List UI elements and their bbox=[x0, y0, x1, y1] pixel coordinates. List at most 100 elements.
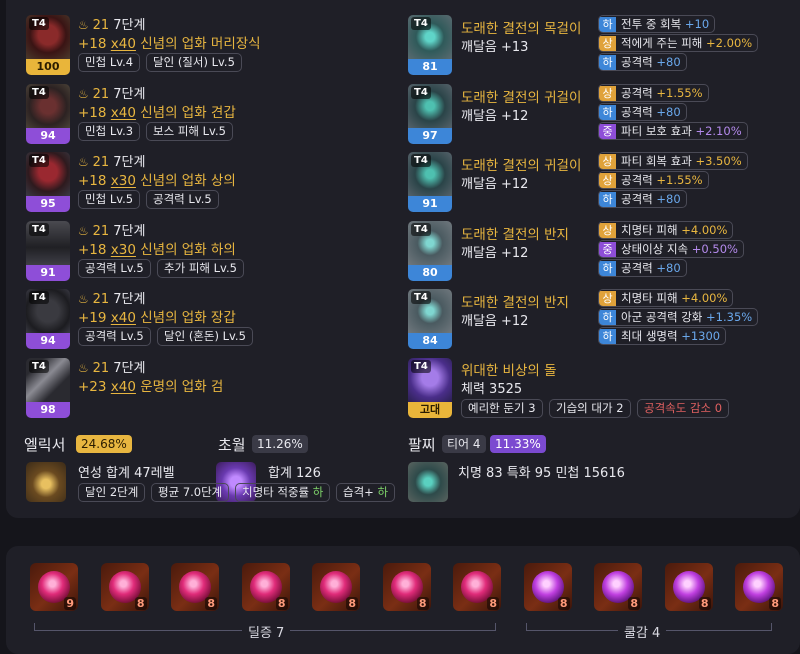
engraving-tag: 추가 피해 Lv.5 bbox=[157, 258, 244, 278]
item-plus: +19 bbox=[78, 310, 111, 326]
gloves-icon[interactable]: T4 94 bbox=[26, 289, 70, 349]
ability-stone-icon[interactable]: T4 고대 bbox=[408, 358, 452, 418]
elixir-icon[interactable] bbox=[26, 462, 66, 502]
gem-cooldown[interactable]: 8 bbox=[664, 563, 713, 611]
option-name: 전투 중 회복 bbox=[621, 17, 685, 31]
engraving-tag: 달인 (혼돈) Lv.5 bbox=[157, 327, 253, 346]
flame-icon: ♨ bbox=[78, 155, 93, 169]
option-value: +4.00% bbox=[681, 222, 728, 237]
bracelet-line: 치명 83 특화 95 민첩 15616 bbox=[458, 466, 625, 481]
item-level-line: ♨ 21 7단계 bbox=[78, 357, 145, 376]
quality-bar: 91 bbox=[26, 264, 70, 281]
item-mult: x40 bbox=[110, 104, 136, 121]
bracelet-tag-grade: 하 bbox=[312, 485, 324, 499]
chest-icon[interactable]: T4 95 bbox=[26, 152, 70, 212]
item-level-line: ♨ 21 7단계 bbox=[78, 83, 145, 102]
gem-damage[interactable]: 8 bbox=[100, 563, 149, 611]
option-grade: 하 bbox=[599, 310, 616, 325]
earring1-icon[interactable]: T4 97 bbox=[408, 83, 452, 144]
option-name: 파티 보호 효과 bbox=[621, 123, 696, 138]
item-mult: x30 bbox=[110, 241, 136, 258]
item-name-line: +19 x40 신념의 업화 장갑 bbox=[78, 306, 236, 326]
gem-level: 8 bbox=[557, 597, 570, 610]
bracelet-icon[interactable] bbox=[408, 462, 448, 502]
option-name: 공격력 bbox=[621, 192, 657, 206]
option-grade: 상 bbox=[599, 36, 616, 51]
necklace-icon[interactable]: T4 81 bbox=[408, 15, 452, 75]
stone-name: 위대한 비상의 돌 bbox=[461, 363, 557, 379]
option-value: +1.55% bbox=[656, 85, 703, 100]
helmet-icon[interactable]: T4 100 bbox=[26, 15, 70, 75]
shoulder-icon[interactable]: T4 94 bbox=[26, 83, 70, 144]
item-plus: +18 bbox=[78, 241, 111, 258]
item-mult: x30 bbox=[110, 173, 136, 189]
gem-cooldown[interactable]: 8 bbox=[594, 563, 642, 611]
flame-icon: ♨ bbox=[78, 360, 93, 375]
gem-cooldown[interactable]: 8 bbox=[735, 563, 783, 611]
elixir-tag: 달인 2단계 bbox=[78, 483, 146, 502]
option-grade: 상 bbox=[599, 222, 616, 238]
option-grade: 하 bbox=[599, 17, 616, 32]
gem-damage[interactable]: 8 bbox=[241, 563, 290, 611]
tier-badge: T4 bbox=[411, 85, 431, 99]
tier-badge: T4 bbox=[411, 360, 431, 373]
weapon-icon[interactable]: T4 98 bbox=[26, 357, 70, 418]
gem-level: 8 bbox=[205, 597, 217, 610]
item-level-line: ♨ 21 7단계 bbox=[78, 220, 145, 239]
earring2-icon[interactable]: T4 91 bbox=[408, 152, 452, 212]
accessory-name: 도래한 결전의 반지 bbox=[461, 226, 569, 243]
tier-badge: T4 bbox=[29, 359, 49, 373]
item-name-line: +18 x40 신념의 업화 머리장식 bbox=[78, 32, 261, 52]
accessory-option: 하 아군 공격력 강화 +1.35% bbox=[598, 308, 759, 326]
option-name: 공격력 bbox=[621, 55, 657, 69]
item-name-line: +23 x40 운명의 업화 검 bbox=[78, 375, 223, 395]
gem-level: 8 bbox=[275, 597, 288, 610]
ring2-icon[interactable]: T4 84 bbox=[408, 289, 452, 349]
item-name-line: +18 x30 신념의 업화 하의 bbox=[78, 238, 236, 258]
accessory-option: 상 파티 회복 효과 +3.50% bbox=[598, 152, 748, 170]
gem-damage[interactable]: 8 bbox=[312, 563, 360, 611]
gem-damage[interactable]: 8 bbox=[171, 563, 219, 611]
engraving-tag: 민첩 Lv.4 bbox=[78, 53, 141, 72]
option-value: +1300 bbox=[681, 329, 721, 343]
ring1-icon[interactable]: T4 80 bbox=[408, 220, 452, 281]
accessory-name: 도래한 결전의 목걸이 bbox=[461, 21, 582, 37]
accessory-option: 상 치명타 피해 +4.00% bbox=[598, 289, 734, 307]
gem-damage[interactable]: 9 bbox=[30, 563, 78, 611]
item-name: 신념의 업화 머리장식 bbox=[135, 36, 261, 52]
gem-damage[interactable]: 8 bbox=[382, 563, 431, 611]
legs-icon[interactable]: T4 91 bbox=[26, 220, 70, 281]
option-name: 공격력 bbox=[621, 104, 657, 119]
option-grade: 하 bbox=[599, 55, 616, 70]
gem-damage[interactable]: 8 bbox=[453, 563, 501, 611]
item-level-line: ♨ 21 7단계 bbox=[78, 14, 145, 33]
item-plus: +23 bbox=[78, 378, 111, 395]
stone-sub: 체력 3525 bbox=[461, 382, 523, 397]
option-grade: 하 bbox=[599, 260, 616, 276]
tier-badge: T4 bbox=[29, 154, 49, 167]
tier-badge: T4 bbox=[29, 17, 49, 30]
item-stage: 7단계 bbox=[113, 155, 146, 170]
quality-bar: 81 bbox=[408, 59, 452, 75]
stone-engraving: 예리한 둔기 3 bbox=[461, 399, 543, 418]
item-level: 21 bbox=[92, 18, 114, 33]
item-mult: x40 bbox=[110, 310, 136, 326]
option-value: +80 bbox=[656, 260, 681, 275]
item-name: 운명의 업화 검 bbox=[135, 378, 224, 395]
gem-cooldown[interactable]: 8 bbox=[523, 563, 572, 611]
engraving-tag: 민첩 Lv.5 bbox=[78, 190, 141, 209]
grade-bar: 고대 bbox=[408, 402, 452, 418]
item-level-line: ♨ 21 7단계 bbox=[78, 288, 145, 307]
option-grade: 중 bbox=[599, 123, 616, 139]
option-grade: 상 bbox=[599, 291, 616, 306]
quality-bar: 100 bbox=[26, 59, 70, 75]
quality-bar: 95 bbox=[26, 196, 70, 212]
accessory-name: 도래한 결전의 귀걸이 bbox=[461, 89, 582, 106]
tier-badge: T4 bbox=[411, 291, 431, 304]
bracelet-tag-name: 습격+ bbox=[343, 485, 378, 499]
item-name: 신념의 업화 하의 bbox=[135, 241, 236, 258]
flame-icon: ♨ bbox=[78, 292, 93, 306]
option-name: 상태이상 지속 bbox=[621, 241, 692, 256]
stone-engraving: 공격속도 감소 0 bbox=[637, 399, 730, 418]
bracelet-title: 팔찌 bbox=[408, 436, 436, 454]
